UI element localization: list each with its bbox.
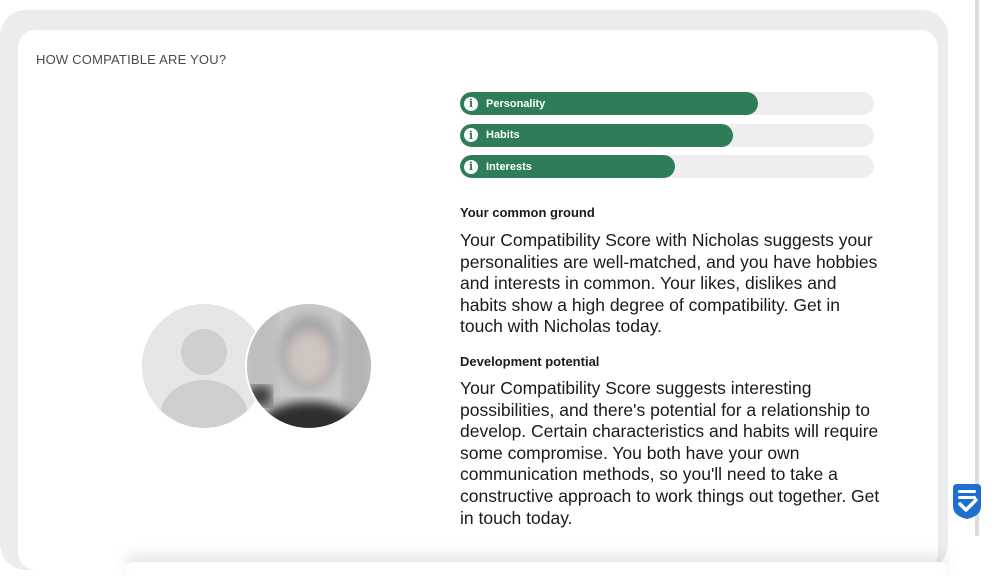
section-title: HOW COMPATIBLE ARE YOU?	[36, 52, 227, 67]
bar-label: Habits	[486, 129, 520, 141]
checklist-shield-icon[interactable]	[949, 482, 985, 520]
info-icon[interactable]: i	[464, 128, 478, 142]
avatar-photo	[245, 302, 373, 430]
common-ground-text: Your Compatibility Score with Nicholas s…	[460, 230, 878, 337]
bar-habits[interactable]: i Habits	[460, 123, 874, 147]
bar-personality[interactable]: i Personality	[460, 92, 874, 115]
compatibility-bars: i Personality i Habits i Interests	[460, 92, 874, 187]
common-ground-heading: Your common ground	[460, 205, 595, 220]
development-heading: Development potential	[460, 354, 600, 369]
bar-label: Personality	[486, 97, 546, 110]
blurred-profile-photo	[247, 304, 371, 428]
bar-label: Interests	[486, 160, 532, 173]
bottom-action-bar	[126, 562, 946, 576]
development-text: Your Compatibility Score suggests intere…	[460, 378, 880, 528]
info-icon[interactable]: i	[464, 96, 478, 111]
info-icon[interactable]: i	[464, 159, 478, 174]
bar-interests[interactable]: i Interests	[460, 155, 874, 178]
scrollbar-track[interactable]	[975, 0, 979, 536]
